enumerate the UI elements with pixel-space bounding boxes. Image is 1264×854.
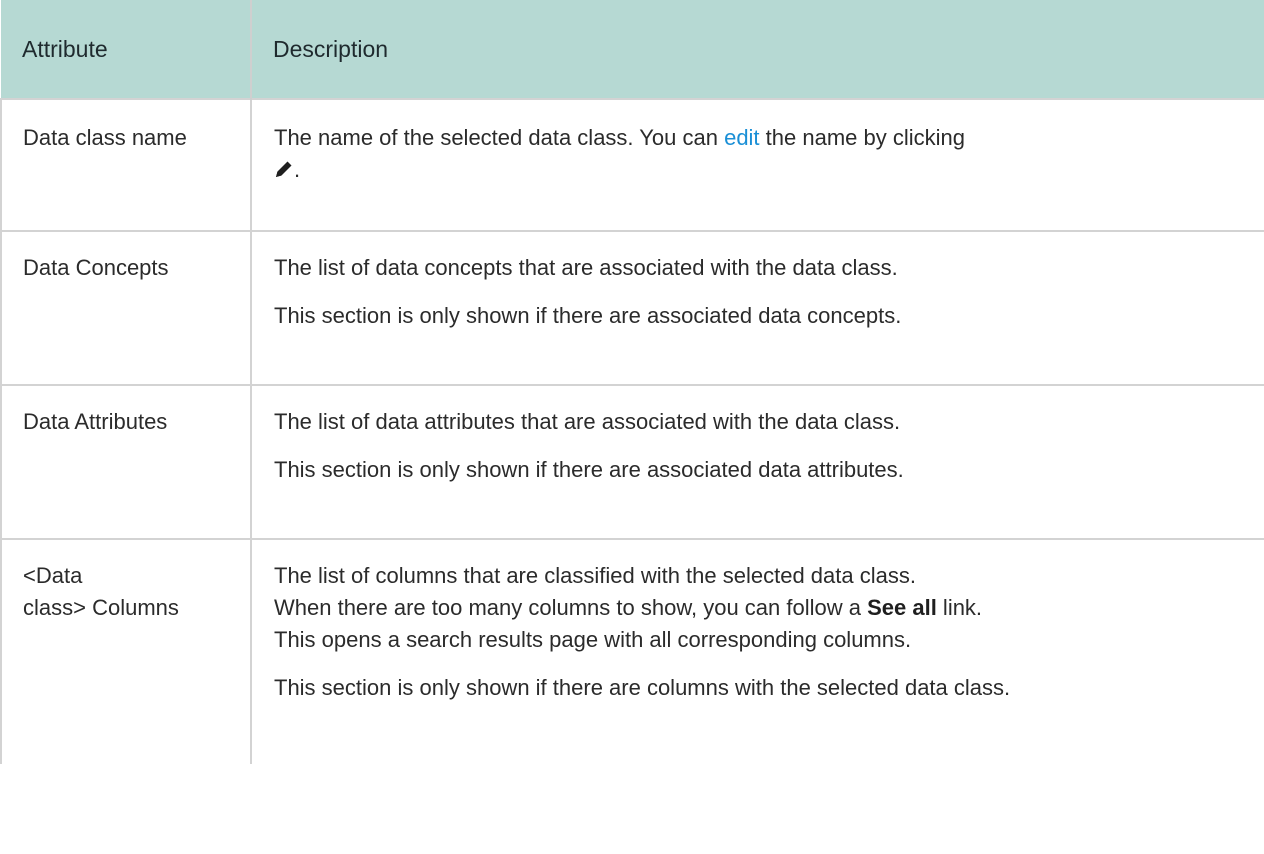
- description-paragraph: The list of columns that are classified …: [274, 560, 1254, 656]
- attribute-line: <Data: [23, 563, 83, 588]
- attribute-line: class> Columns: [23, 595, 179, 620]
- table-row: Data class name The name of the selected…: [0, 98, 1264, 231]
- description-paragraph: The list of data concepts that are assoc…: [274, 255, 898, 280]
- description-paragraph: The list of data attributes that are ass…: [274, 409, 901, 434]
- pencil-icon: [274, 156, 294, 177]
- description-cell: The list of columns that are classified …: [250, 538, 1264, 764]
- table-row: <Data class> Columns The list of columns…: [0, 538, 1264, 764]
- description-cell: The list of data concepts that are assoc…: [250, 230, 1264, 385]
- description-text: The name of the selected data class. You…: [274, 125, 725, 150]
- table-row: Data Attributes The list of data attribu…: [0, 384, 1264, 539]
- description-paragraph: This section is only shown if there are …: [274, 303, 902, 328]
- edit-link[interactable]: edit: [724, 125, 759, 150]
- attribute-cell: Data Concepts: [0, 230, 251, 385]
- table-row: Data Concepts The list of data concepts …: [0, 230, 1264, 385]
- see-all-label: See all: [867, 595, 937, 620]
- description-text: the name by clicking: [759, 125, 965, 150]
- header-description: Description: [251, 0, 1264, 99]
- description-paragraph: This section is only shown if there are …: [274, 675, 1011, 700]
- table-header-row: Attribute Description: [1, 0, 1264, 99]
- description-text: When there are too many columns to show,…: [274, 595, 868, 620]
- description-text: This opens a search results page with al…: [274, 627, 912, 652]
- attributes-table: Attribute Description Data class name Th…: [0, 0, 1264, 764]
- description-text: .: [294, 157, 301, 182]
- description-cell: The name of the selected data class. You…: [250, 98, 1264, 231]
- description-text: link.: [936, 595, 983, 620]
- description-paragraph: This section is only shown if there are …: [274, 457, 904, 482]
- description-text: The list of columns that are classified …: [274, 563, 916, 588]
- attribute-cell: Data class name: [0, 98, 251, 231]
- attribute-cell: Data Attributes: [0, 384, 251, 539]
- header-attribute: Attribute: [1, 0, 252, 99]
- attribute-cell: <Data class> Columns: [0, 538, 251, 764]
- description-cell: The list of data attributes that are ass…: [250, 384, 1264, 539]
